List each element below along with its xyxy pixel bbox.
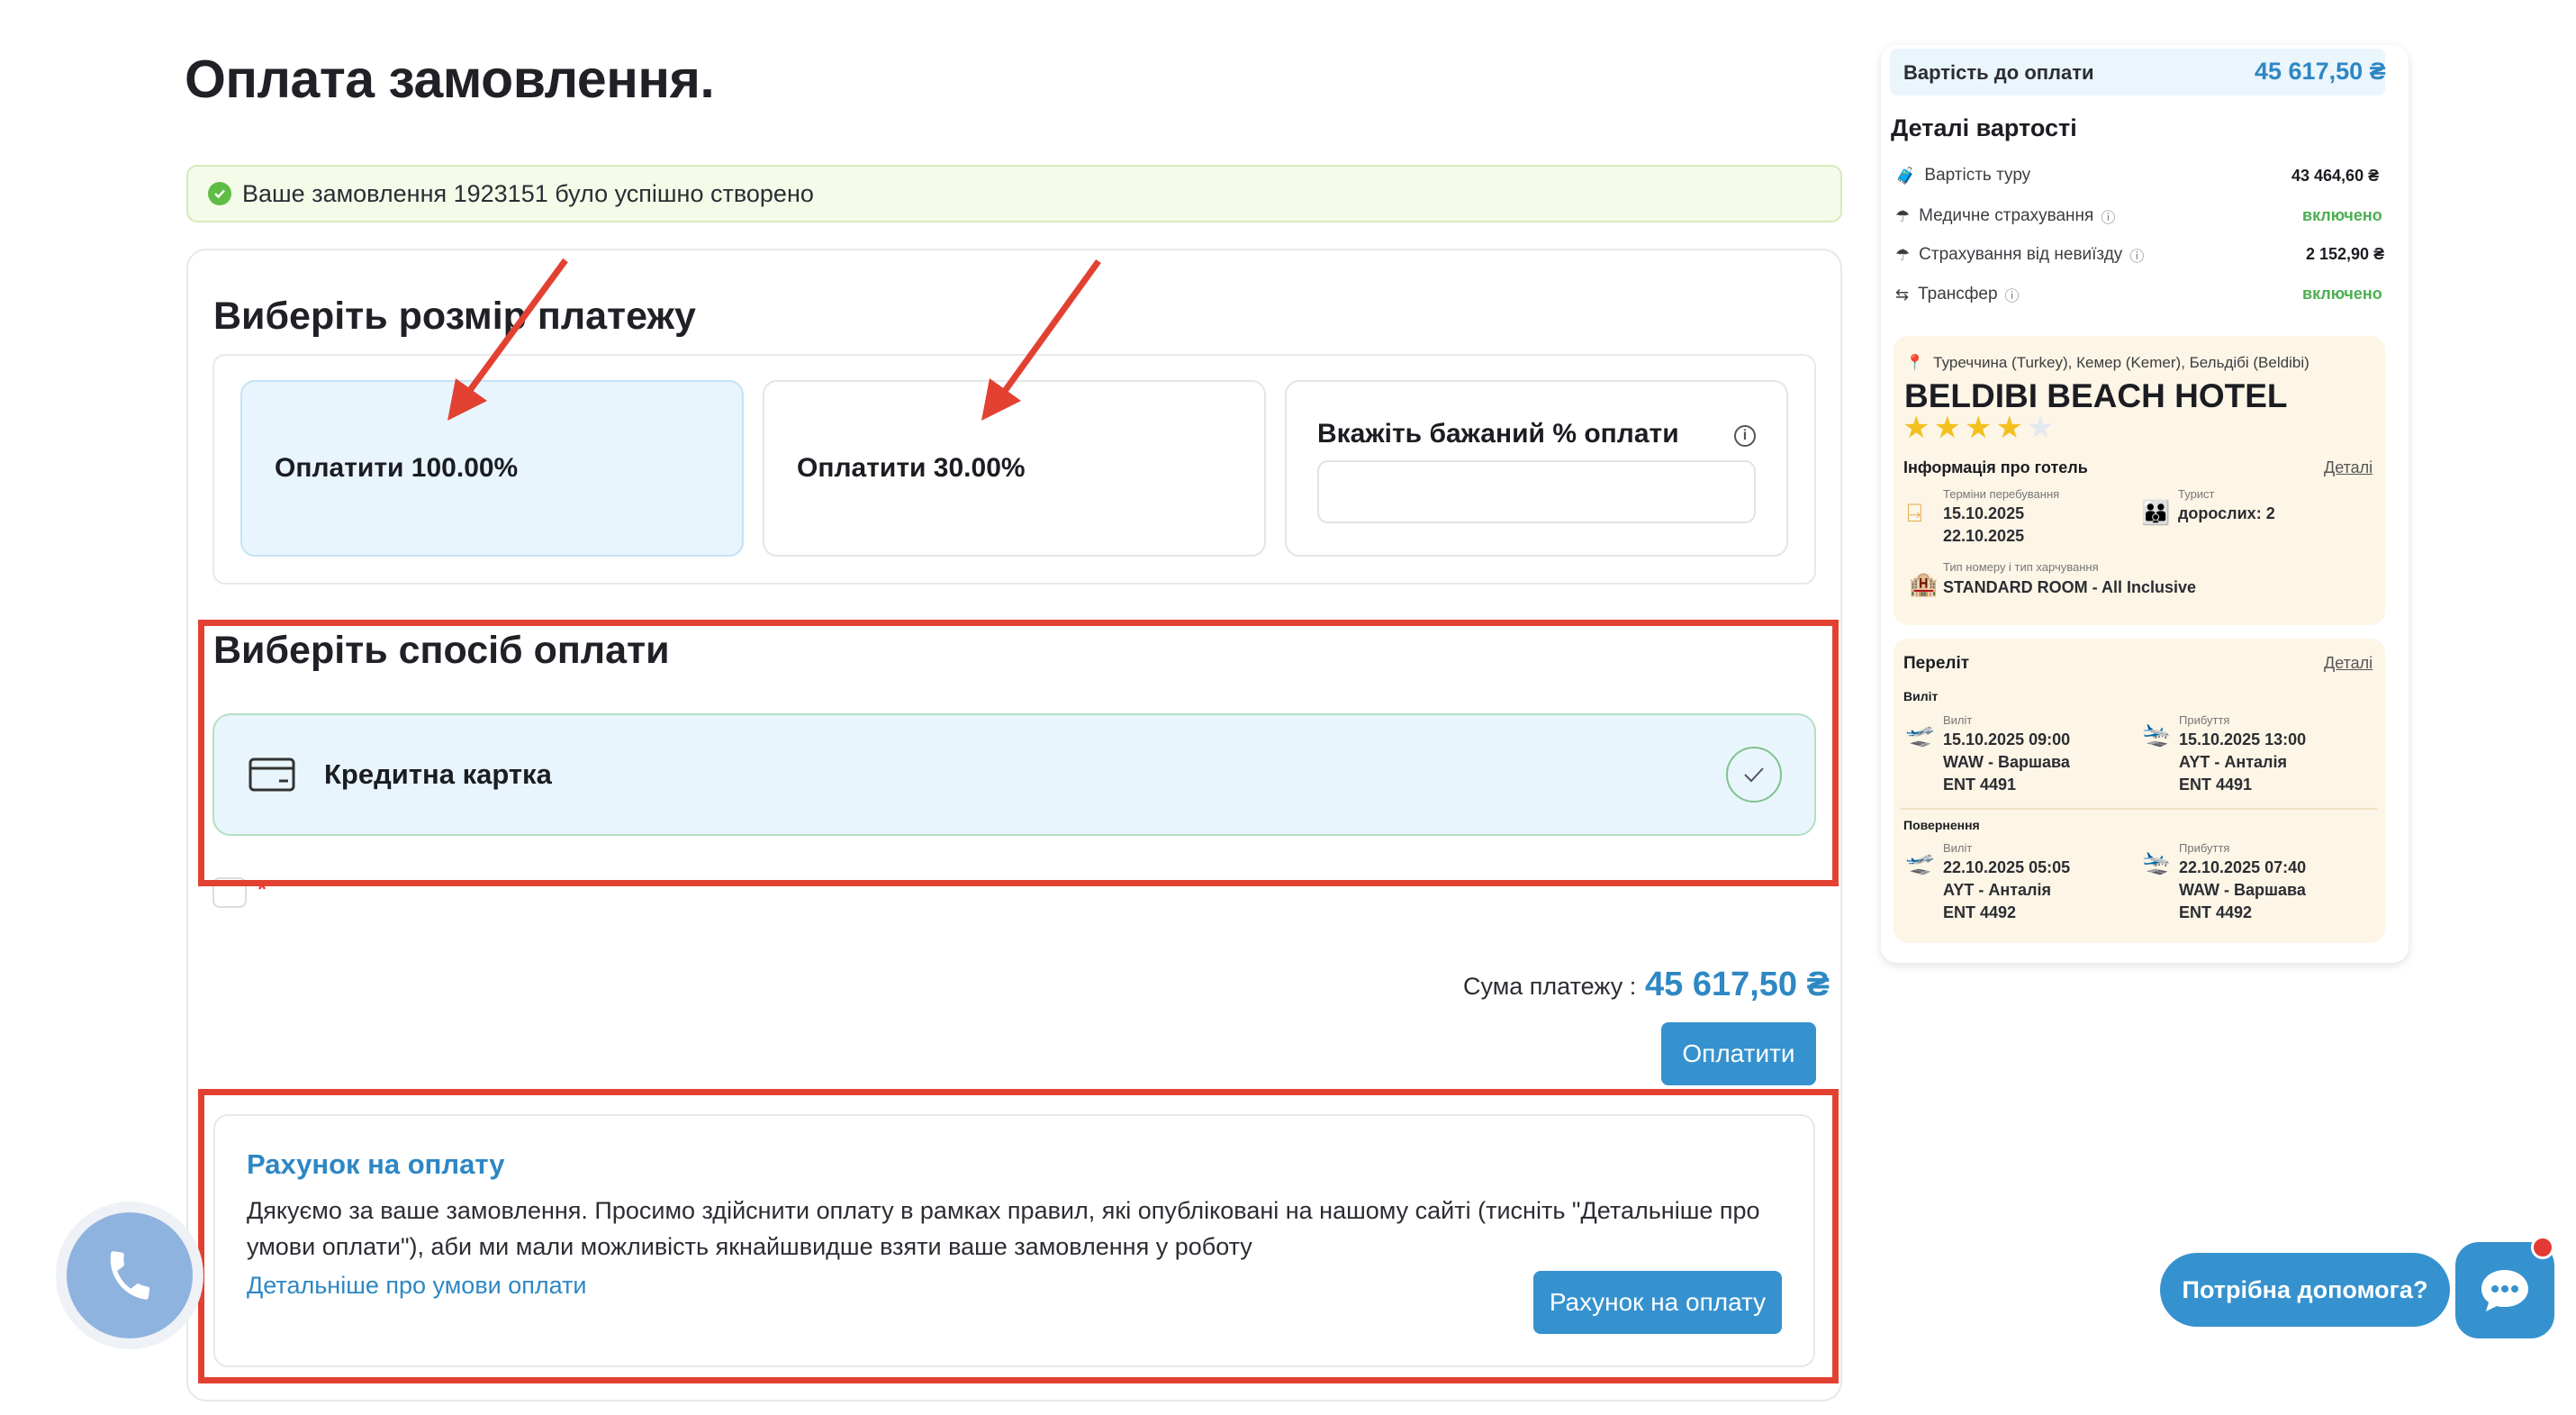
- plane-takeoff-icon: 🛫: [1905, 721, 1935, 748]
- cost-row-value: включено: [2302, 285, 2382, 303]
- tour-icon: 🧳: [1895, 166, 1916, 185]
- star-icon: ★: [1933, 411, 1961, 445]
- umbrella-icon: ☂: [1895, 206, 1911, 225]
- date-from: 15.10.2025: [1943, 504, 2025, 522]
- notification-badge: [2531, 1236, 2554, 1259]
- cost-row-transfer: ⇆ Трансфер ⓘ: [1895, 284, 2020, 305]
- cost-row-medical: ☂ Медичне страхування ⓘ: [1895, 205, 2115, 227]
- phone-icon: [67, 1212, 193, 1338]
- amount-due-label: Вартість до оплати: [1903, 61, 2094, 84]
- cost-row-label: Трансфер: [1918, 285, 1998, 304]
- star-icon: ★: [1995, 411, 2023, 445]
- return-depart-time: 22.10.2025 05:05: [1943, 858, 2071, 876]
- cost-row-label: Медичне страхування: [1919, 206, 2094, 225]
- annotation-arrow-2: [981, 259, 1101, 421]
- chat-bubble-icon: [2481, 1269, 2528, 1311]
- plane-landing-icon: 🛬: [2142, 721, 2172, 748]
- plane-takeoff-icon: 🛫: [1905, 848, 1935, 875]
- return-depart-flight: ENT 4492: [1943, 903, 2017, 921]
- outbound-depart-time: 15.10.2025 09:00: [1943, 730, 2071, 748]
- info-icon[interactable]: ⓘ: [2129, 244, 2144, 266]
- outbound-arrive-flight: ENT 4491: [2179, 776, 2253, 794]
- door-icon: ⍈: [1907, 499, 1922, 527]
- room-type-value: STANDARD ROOM - All Inclusive: [1943, 578, 2197, 596]
- tourists-icon: 👪: [2141, 499, 2171, 526]
- need-help-button[interactable]: Потрібна допомога?: [2160, 1253, 2450, 1327]
- flights-details-link[interactable]: Деталі: [2324, 654, 2373, 673]
- cost-row-label: Вартість туру: [1924, 166, 2031, 185]
- return-label: Повернення: [1903, 818, 1980, 832]
- info-icon[interactable]: ⓘ: [2101, 205, 2115, 227]
- flights-title: Переліт: [1903, 654, 1970, 673]
- cost-details-heading: Деталі вартості: [1891, 114, 2077, 141]
- return-arrive-flight: ENT 4492: [2179, 903, 2253, 921]
- info-icon[interactable]: ⓘ: [2005, 284, 2020, 305]
- amount-due-value: 45 617,50 ₴: [2255, 58, 2386, 85]
- cost-row-value: включено: [2302, 206, 2382, 224]
- map-pin-icon: 📍: [1905, 354, 1925, 371]
- hotel-location-text: Туреччина (Turkey), Кемер (Kemer), Бельд…: [1933, 354, 2309, 371]
- tourist-label: Турист: [2178, 487, 2215, 501]
- star-icon: ★: [1964, 411, 1993, 445]
- star-icon: ★: [1903, 411, 1930, 445]
- plane-landing-icon: 🛬: [2142, 848, 2172, 875]
- transfer-icon: ⇆: [1895, 285, 1910, 304]
- outbound-depart-flight: ENT 4491: [1943, 776, 2017, 794]
- phone-call-button[interactable]: [56, 1202, 203, 1349]
- arrive-label: Прибуття: [2179, 841, 2230, 855]
- depart-label: Виліт: [1943, 713, 1973, 727]
- stay-dates-label: Терміни перебування: [1943, 487, 2060, 501]
- hotel-stars: ★ ★ ★ ★ ★: [1903, 410, 2057, 446]
- annotation-arrow-1: [447, 258, 568, 421]
- star-icon: ★: [2026, 411, 2055, 445]
- return-arrive-time: 22.10.2025 07:40: [2179, 858, 2307, 876]
- umbrella-icon: ☂: [1895, 245, 1911, 264]
- outbound-arrive-time: 15.10.2025 13:00: [2179, 730, 2307, 748]
- hotel-building-icon: 🏨: [1909, 570, 1939, 597]
- outbound-arrive-place: AYT - Анталія: [2179, 753, 2287, 771]
- outbound-depart-place: WAW - Варшава: [1943, 753, 2070, 771]
- return-depart-place: AYT - Анталія: [1943, 881, 2051, 899]
- return-arrive-place: WAW - Варшава: [2179, 881, 2306, 899]
- outbound-label: Виліт: [1903, 689, 1939, 703]
- cost-row-value: 2 152,90 ₴: [2306, 245, 2385, 263]
- room-type-label: Тип номеру і тип харчування: [1943, 560, 2099, 574]
- cost-row-cancellation: ☂ Страхування від невиїзду ⓘ: [1895, 244, 2144, 266]
- tourist-value: дорослих: 2: [2178, 504, 2275, 522]
- hotel-location: 📍 Туреччина (Turkey), Кемер (Kemer), Бел…: [1905, 354, 2309, 372]
- cost-row-value: 43 464,60 ₴: [2291, 167, 2380, 185]
- cost-row-tour: 🧳 Вартість туру: [1895, 166, 2030, 186]
- date-to: 22.10.2025: [1943, 527, 2025, 545]
- hotel-details-link[interactable]: Деталі: [2324, 458, 2373, 477]
- cost-row-label: Страхування від невиїзду: [1919, 245, 2123, 264]
- depart-label: Виліт: [1943, 841, 1973, 855]
- divider: [1900, 808, 2377, 810]
- arrive-label: Прибуття: [2179, 713, 2230, 727]
- hotel-info-label: Інформація про готель: [1903, 458, 2088, 476]
